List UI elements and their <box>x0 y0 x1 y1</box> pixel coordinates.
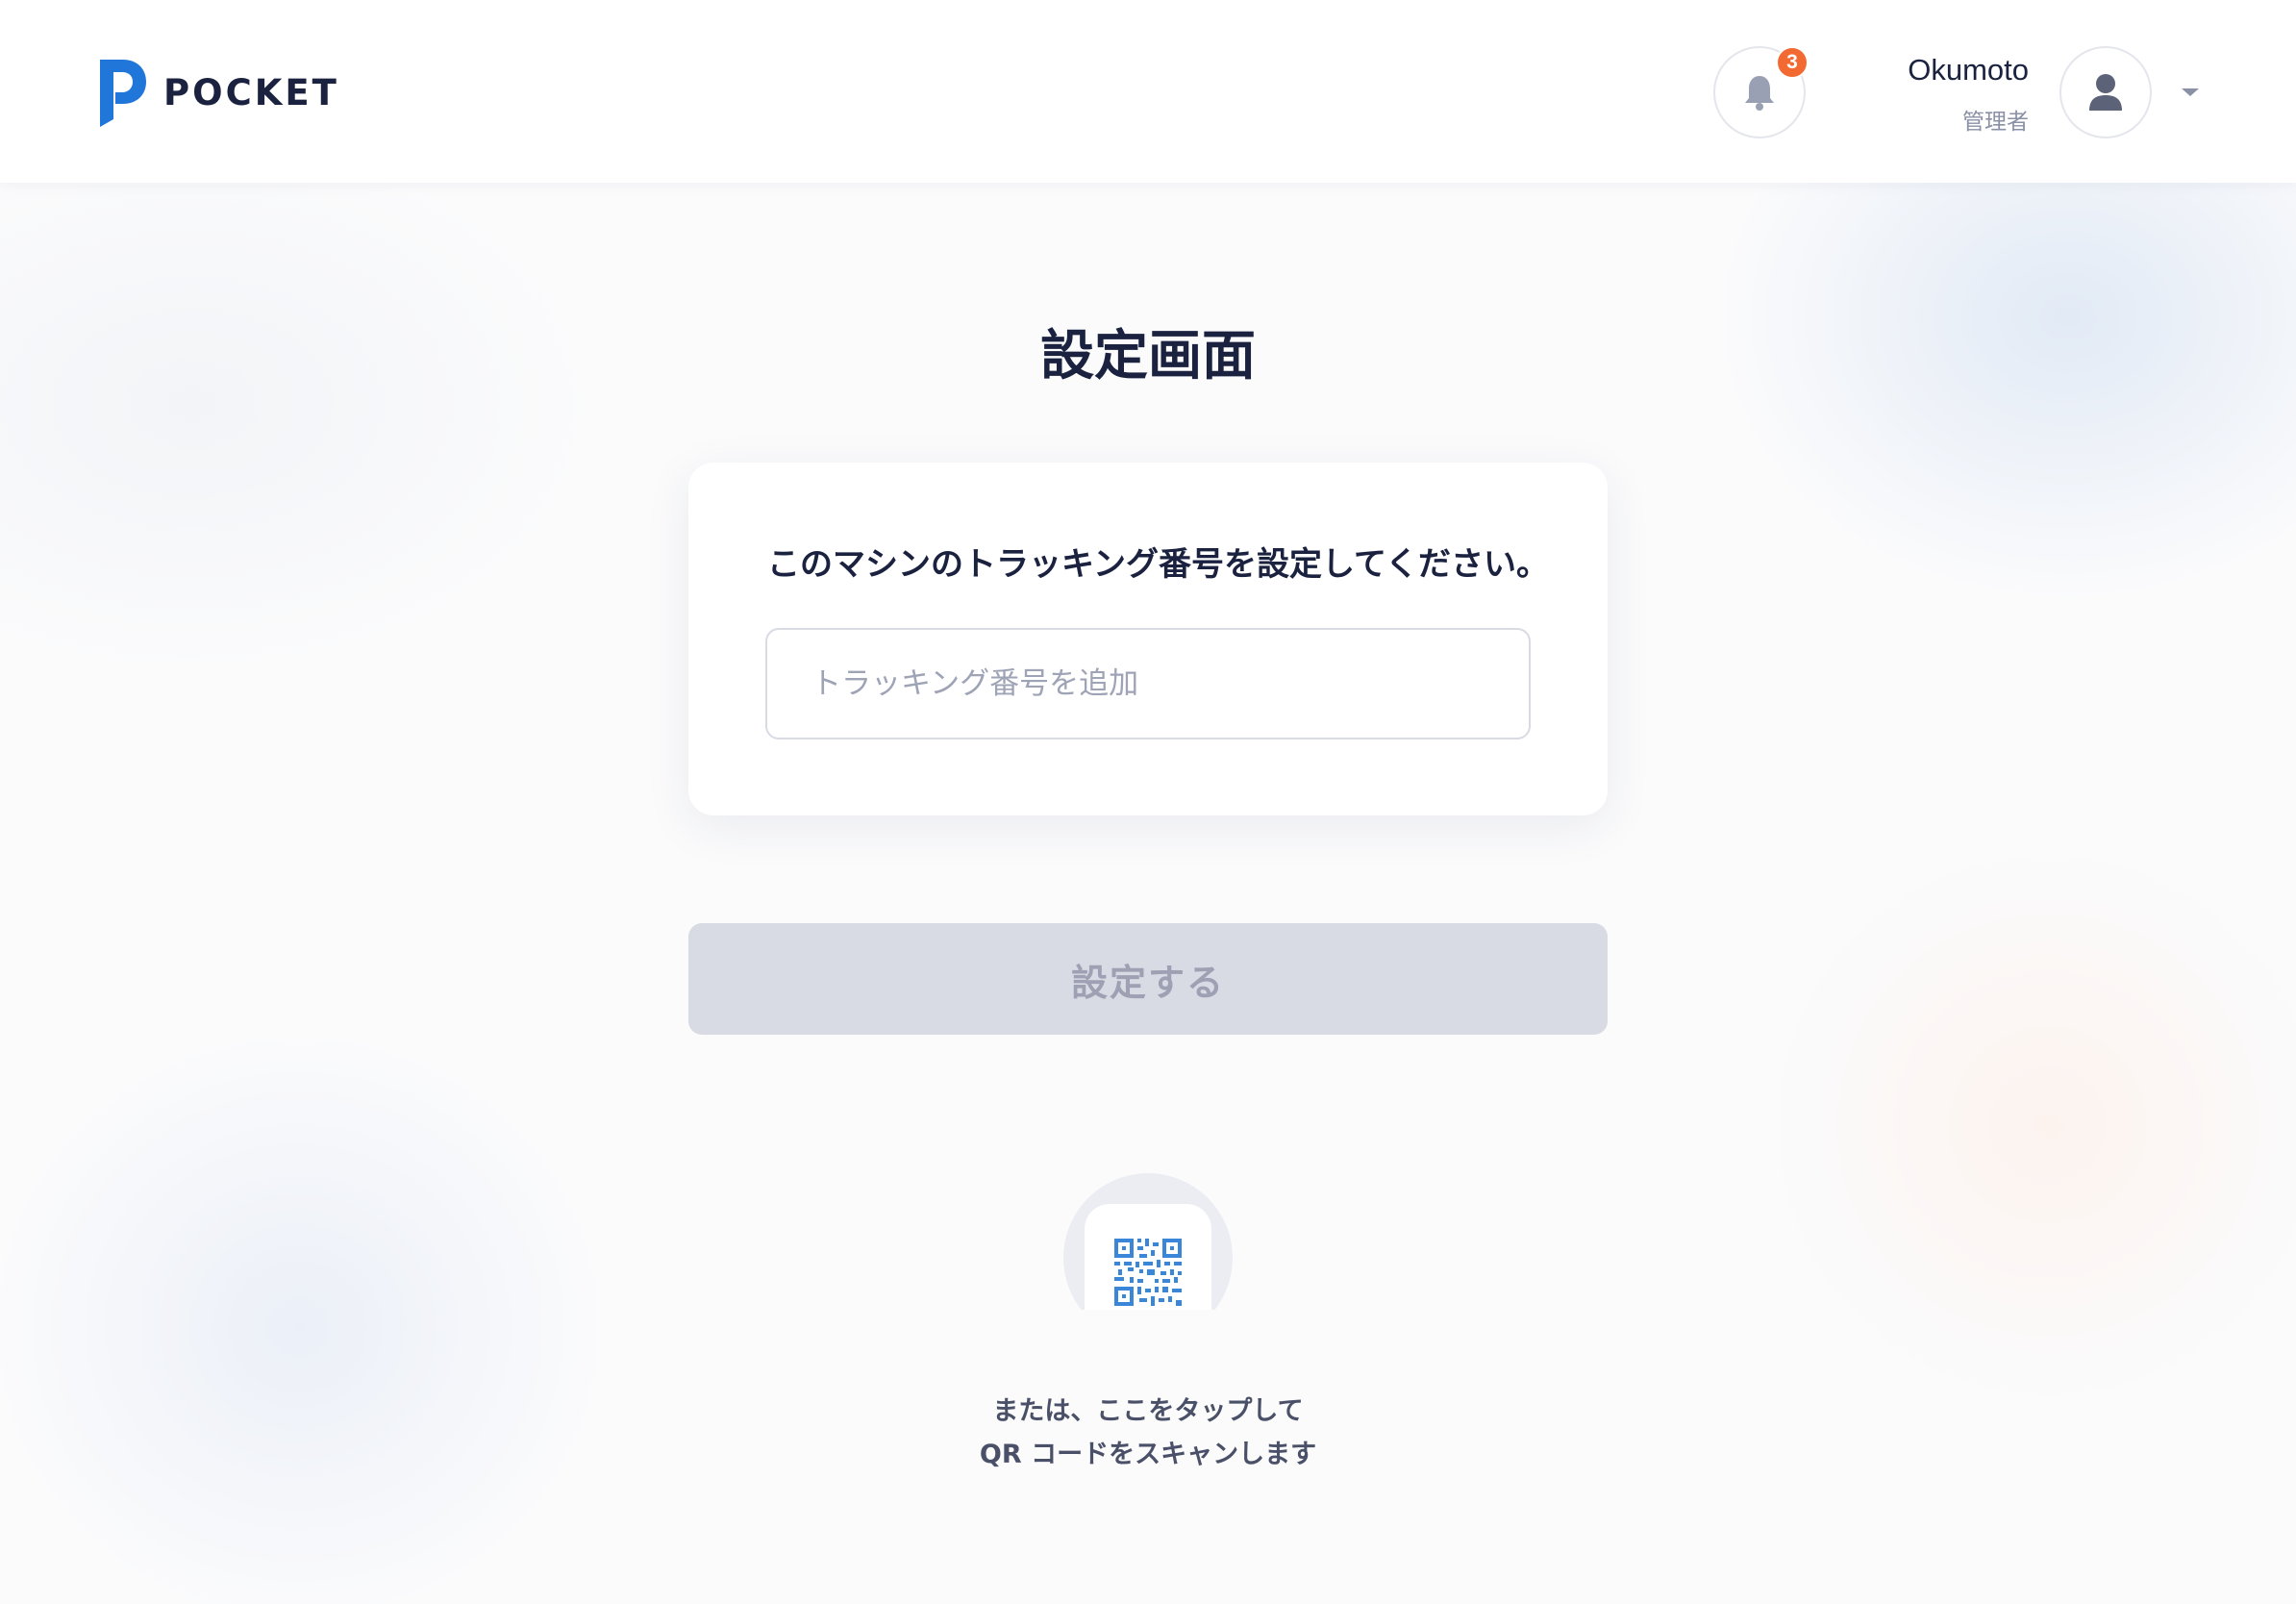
pocket-logo-icon <box>100 60 146 127</box>
chevron-down-icon[interactable] <box>2179 85 2202 100</box>
page-title: 設定画面 <box>1040 325 1256 388</box>
user-icon <box>2089 74 2122 111</box>
set-button[interactable]: 設定する <box>688 923 1608 1035</box>
avatar-button[interactable] <box>2059 46 2152 138</box>
tracking-instruction-label: このマシンのトラッキング番号を設定してください。 <box>767 545 1549 584</box>
brand-logo[interactable]: POCKET <box>92 56 339 129</box>
user-name: Okumoto <box>1908 53 2029 87</box>
tracking-card: このマシンのトラッキング番号を設定してください。 <box>688 463 1608 815</box>
qr-caption-line-2: QR コードをスキャンします <box>979 1440 1317 1469</box>
bell-icon <box>1745 76 1774 111</box>
qr-scan-button[interactable] <box>1063 1173 1233 1310</box>
brand-name: POCKET <box>163 71 339 113</box>
user-role: 管理者 <box>1962 110 2029 135</box>
tracking-number-input[interactable] <box>765 628 1531 739</box>
app-header: POCKET 3 Okumoto 管理者 <box>0 0 2296 183</box>
notification-count-badge: 3 <box>1776 46 1809 79</box>
qr-caption-line-1: または、ここをタップして <box>992 1396 1304 1426</box>
qr-code-icon <box>1114 1239 1182 1306</box>
qr-button-inner <box>1085 1204 1211 1310</box>
qr-scan-caption[interactable]: または、ここをタップして QR コードをスキャンします <box>0 1390 2296 1476</box>
